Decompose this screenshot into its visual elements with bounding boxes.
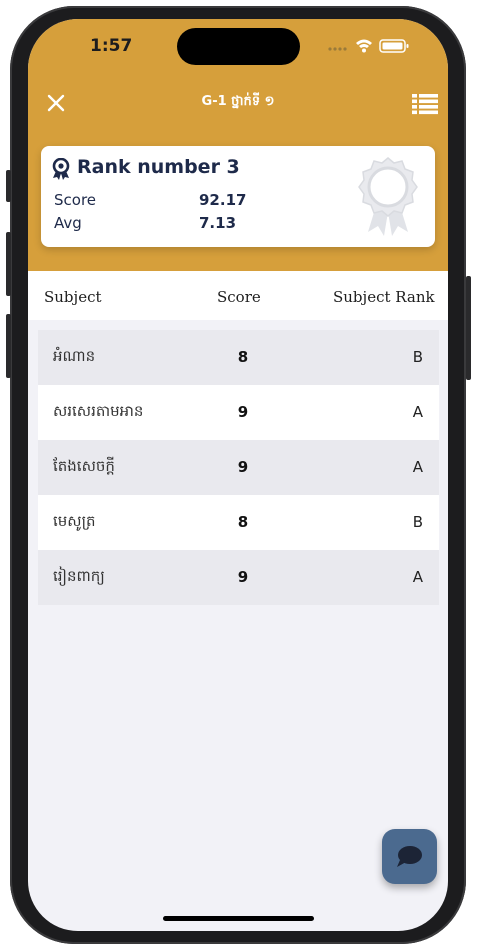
- table-row: អំណាន 8 B: [38, 330, 439, 385]
- dynamic-island: [177, 28, 300, 65]
- subject-name: អំណាន: [53, 347, 96, 365]
- side-button-power: [466, 276, 471, 380]
- subject-rank: A: [412, 568, 423, 586]
- chat-button[interactable]: [382, 829, 437, 884]
- subject-rank: B: [412, 513, 423, 531]
- subject-score: 9: [237, 403, 249, 421]
- subject-name: រៀនពាក្យ: [53, 567, 105, 585]
- subject-rank: A: [412, 403, 423, 421]
- subject-score: 8: [237, 348, 249, 366]
- subject-rank: B: [412, 348, 423, 366]
- award-icon: [51, 157, 71, 180]
- avg-value: 7.13: [199, 214, 237, 232]
- page-title: G-1 ថ្នាក់ទី ១: [201, 94, 275, 109]
- subject-score: 9: [237, 458, 249, 476]
- table-row: រៀនពាក្យ 9 A: [38, 550, 439, 605]
- list-icon[interactable]: [412, 91, 438, 115]
- medal-icon: [356, 156, 420, 236]
- rank-card: Rank number 3 Score 92.17 Avg 7.13: [41, 146, 435, 247]
- side-button-volume-up: [6, 232, 11, 296]
- table-row: សរសេរតាមអាន 9 A: [38, 385, 439, 440]
- subject-name: មេសូត្រ: [53, 512, 96, 530]
- signal-icon: [328, 47, 347, 51]
- status-time: 1:57: [90, 36, 133, 56]
- subject-score: 8: [237, 513, 249, 531]
- chat-icon: [397, 846, 422, 867]
- subject-table: អំណាន 8 B សរសេរតាមអាន 9 A តែងសេចក្តី 9 A…: [38, 330, 439, 605]
- avg-label: Avg: [54, 214, 82, 232]
- header-subject-rank: Subject Rank: [333, 288, 435, 306]
- close-icon[interactable]: [44, 91, 68, 115]
- home-indicator[interactable]: [163, 916, 314, 921]
- side-button-action: [6, 170, 11, 202]
- wifi-icon: [356, 39, 372, 53]
- score-label: Score: [54, 191, 97, 209]
- side-button-volume-down: [6, 314, 11, 378]
- rank-title: Rank number 3: [77, 156, 240, 178]
- table-header: Subject Score Subject Rank: [28, 271, 448, 320]
- subject-rank: A: [412, 458, 423, 476]
- table-row: តែងសេចក្តី 9 A: [38, 440, 439, 495]
- header-score: Score: [217, 288, 261, 306]
- app-screen: 1:57 G-1 ថ្នាក់ទី ១ Rank number 3 Score …: [28, 19, 448, 931]
- subject-score: 9: [237, 568, 249, 586]
- battery-icon: [379, 39, 409, 53]
- status-icons: [326, 35, 426, 57]
- subject-name: សរសេរតាមអាន: [53, 402, 144, 420]
- subject-name: តែងសេចក្តី: [53, 457, 115, 475]
- table-row: មេសូត្រ 8 B: [38, 495, 439, 550]
- header-subject: Subject: [44, 288, 102, 306]
- score-value: 92.17: [199, 191, 247, 209]
